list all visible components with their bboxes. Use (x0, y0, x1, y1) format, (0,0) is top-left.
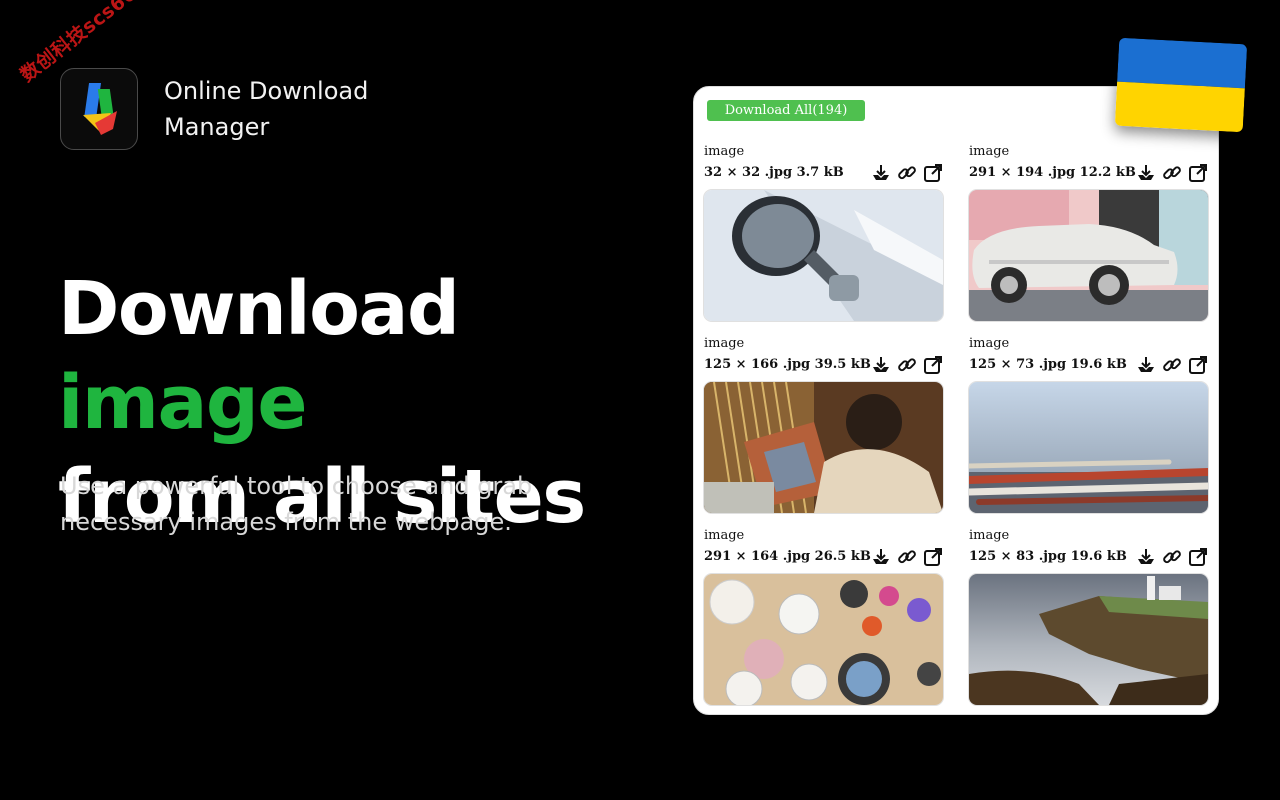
link-icon[interactable] (1162, 163, 1182, 183)
download-icon[interactable] (871, 163, 891, 183)
headline-accent: image (58, 360, 308, 446)
card-title: image (704, 144, 745, 159)
link-icon[interactable] (1162, 355, 1182, 375)
image-card: image 125 × 166 .jpg 39.5 kB (704, 335, 943, 513)
card-title: image (704, 528, 745, 543)
card-meta: 291 × 194 .jpg 12.2 kB (969, 161, 1208, 185)
image-thumbnail[interactable] (704, 574, 943, 705)
card-title: image (704, 336, 745, 351)
card-meta: 291 × 164 .jpg 26.5 kB (704, 545, 943, 569)
open-external-icon[interactable] (923, 163, 943, 183)
image-thumbnail[interactable] (704, 382, 943, 513)
link-icon[interactable] (1162, 547, 1182, 567)
card-meta-text: 125 × 73 .jpg 19.6 kB (969, 357, 1127, 372)
subtext: Use a powerful tool to choose and grab n… (60, 472, 533, 536)
card-meta-text: 125 × 166 .jpg 39.5 kB (704, 357, 871, 372)
open-external-icon[interactable] (1188, 163, 1208, 183)
open-external-icon[interactable] (923, 355, 943, 375)
card-title: image (969, 528, 1010, 543)
image-thumbnail[interactable] (969, 574, 1208, 705)
link-icon[interactable] (897, 547, 917, 567)
image-thumbnail[interactable] (969, 382, 1208, 513)
card-title: image (969, 336, 1010, 351)
ukraine-flag (1114, 37, 1248, 133)
card-meta: 125 × 166 .jpg 39.5 kB (704, 353, 943, 377)
card-meta: 125 × 73 .jpg 19.6 kB (969, 353, 1208, 377)
card-meta-text: 291 × 164 .jpg 26.5 kB (704, 549, 871, 564)
card-title: image (969, 144, 1010, 159)
image-card: image 32 × 32 .jpg 3.7 kB (704, 143, 943, 321)
flag-blue-stripe (1117, 37, 1248, 89)
open-external-icon[interactable] (1188, 355, 1208, 375)
image-card: image 125 × 83 .jpg 19.6 kB (969, 527, 1208, 705)
image-card: image 291 × 164 .jpg 26.5 kB (704, 527, 943, 705)
image-card: image 125 × 73 .jpg 19.6 kB (969, 335, 1208, 513)
image-grid: image 32 × 32 .jpg 3.7 kB image 291 × 19… (704, 143, 1210, 705)
app-logo-icon (60, 68, 138, 150)
open-external-icon[interactable] (1188, 547, 1208, 567)
extension-panel: Download All(194) image 32 × 32 .jpg 3.7… (693, 86, 1219, 715)
image-card: image 291 × 194 .jpg 12.2 kB (969, 143, 1208, 321)
download-icon[interactable] (871, 355, 891, 375)
card-meta: 32 × 32 .jpg 3.7 kB (704, 161, 943, 185)
download-icon[interactable] (871, 547, 891, 567)
link-icon[interactable] (897, 163, 917, 183)
download-icon[interactable] (1136, 355, 1156, 375)
image-thumbnail[interactable] (969, 190, 1208, 321)
download-icon[interactable] (1136, 547, 1156, 567)
card-meta-text: 291 × 194 .jpg 12.2 kB (969, 165, 1136, 180)
download-all-button[interactable]: Download All(194) (707, 100, 865, 121)
card-meta-text: 32 × 32 .jpg 3.7 kB (704, 165, 844, 180)
image-thumbnail[interactable] (704, 190, 943, 321)
headline-part1: Download (58, 266, 460, 352)
card-meta: 125 × 83 .jpg 19.6 kB (969, 545, 1208, 569)
link-icon[interactable] (897, 355, 917, 375)
flag-yellow-stripe (1114, 81, 1245, 133)
open-external-icon[interactable] (923, 547, 943, 567)
card-meta-text: 125 × 83 .jpg 19.6 kB (969, 549, 1127, 564)
download-icon[interactable] (1136, 163, 1156, 183)
app-name: Online Download Manager (164, 77, 369, 141)
